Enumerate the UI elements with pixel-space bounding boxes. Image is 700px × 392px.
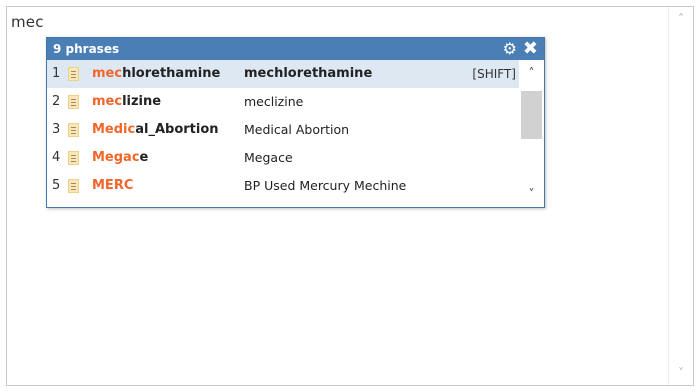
item-number: 4 <box>52 150 61 165</box>
item-expansion: Megace <box>244 150 293 165</box>
abbreviation-rest: hlorethamine <box>122 66 221 81</box>
phrase-count: 9 phrases <box>53 42 120 56</box>
list-item[interactable]: 2 meclizine meclizine <box>47 88 519 116</box>
list-item[interactable]: 4 Megace Megace <box>47 144 519 172</box>
list-item[interactable]: 5 MERC BP Used Mercury Mechine <box>47 172 519 200</box>
phrase-list: 1 mechlorethamine mechlorethamine [SHIFT… <box>47 60 544 207</box>
scrollbar-thumb[interactable] <box>521 91 542 140</box>
chevron-up-icon[interactable]: ˄ <box>519 62 544 84</box>
item-abbreviation: MERC <box>92 172 133 200</box>
abbreviation-rest: al_Abortion <box>135 122 219 137</box>
list-item[interactable]: 3 Medical_Abortion Medical Abortion <box>47 116 519 144</box>
match-highlight: MERC <box>92 178 134 193</box>
chevron-down-icon[interactable]: ˅ <box>519 183 544 205</box>
item-abbreviation: mechlorethamine <box>92 60 220 88</box>
scroll-down-arrow-icon[interactable]: ˅ <box>669 363 693 383</box>
editor-scrollbar[interactable]: ˄ ˅ <box>668 7 693 385</box>
item-expansion: BP Used Mercury Mechine <box>244 178 407 193</box>
document-icon <box>68 67 79 81</box>
match-highlight: mec <box>92 94 123 109</box>
scroll-up-arrow-icon[interactable]: ˄ <box>669 9 693 29</box>
abbreviation-rest: e <box>139 150 149 165</box>
item-abbreviation: meclizine <box>92 88 161 116</box>
gear-icon[interactable]: ⚙ <box>503 38 517 60</box>
editor-content[interactable]: mec <box>11 13 44 31</box>
document-icon <box>68 95 79 109</box>
popup-scrollbar[interactable]: ˄ ˅ <box>519 60 544 207</box>
list-item[interactable]: 1 mechlorethamine mechlorethamine [SHIFT… <box>47 60 519 88</box>
autocomplete-popup: 9 phrases ⚙ ✖ 1 mechlorethamine mechlore… <box>46 37 545 208</box>
abbreviation-rest: lizine <box>122 94 162 109</box>
item-number: 1 <box>52 66 61 81</box>
item-number: 3 <box>52 122 61 137</box>
item-expansion: mechlorethamine <box>244 66 373 81</box>
item-abbreviation: Medical_Abortion <box>92 116 219 144</box>
shortcut-hint: [SHIFT] <box>472 67 516 81</box>
item-abbreviation: Megace <box>92 144 148 172</box>
document-icon <box>68 179 79 193</box>
item-number: 2 <box>52 94 61 109</box>
match-highlight: mec <box>92 66 123 81</box>
item-number: 5 <box>52 178 61 193</box>
item-expansion: meclizine <box>244 94 304 109</box>
match-highlight: Medic <box>92 122 136 137</box>
close-icon[interactable]: ✖ <box>523 38 538 60</box>
document-icon <box>68 123 79 137</box>
popup-header: 9 phrases ⚙ ✖ <box>47 38 544 60</box>
document-icon <box>68 151 79 165</box>
match-highlight: Megac <box>92 150 140 165</box>
item-expansion: Medical Abortion <box>244 122 350 137</box>
